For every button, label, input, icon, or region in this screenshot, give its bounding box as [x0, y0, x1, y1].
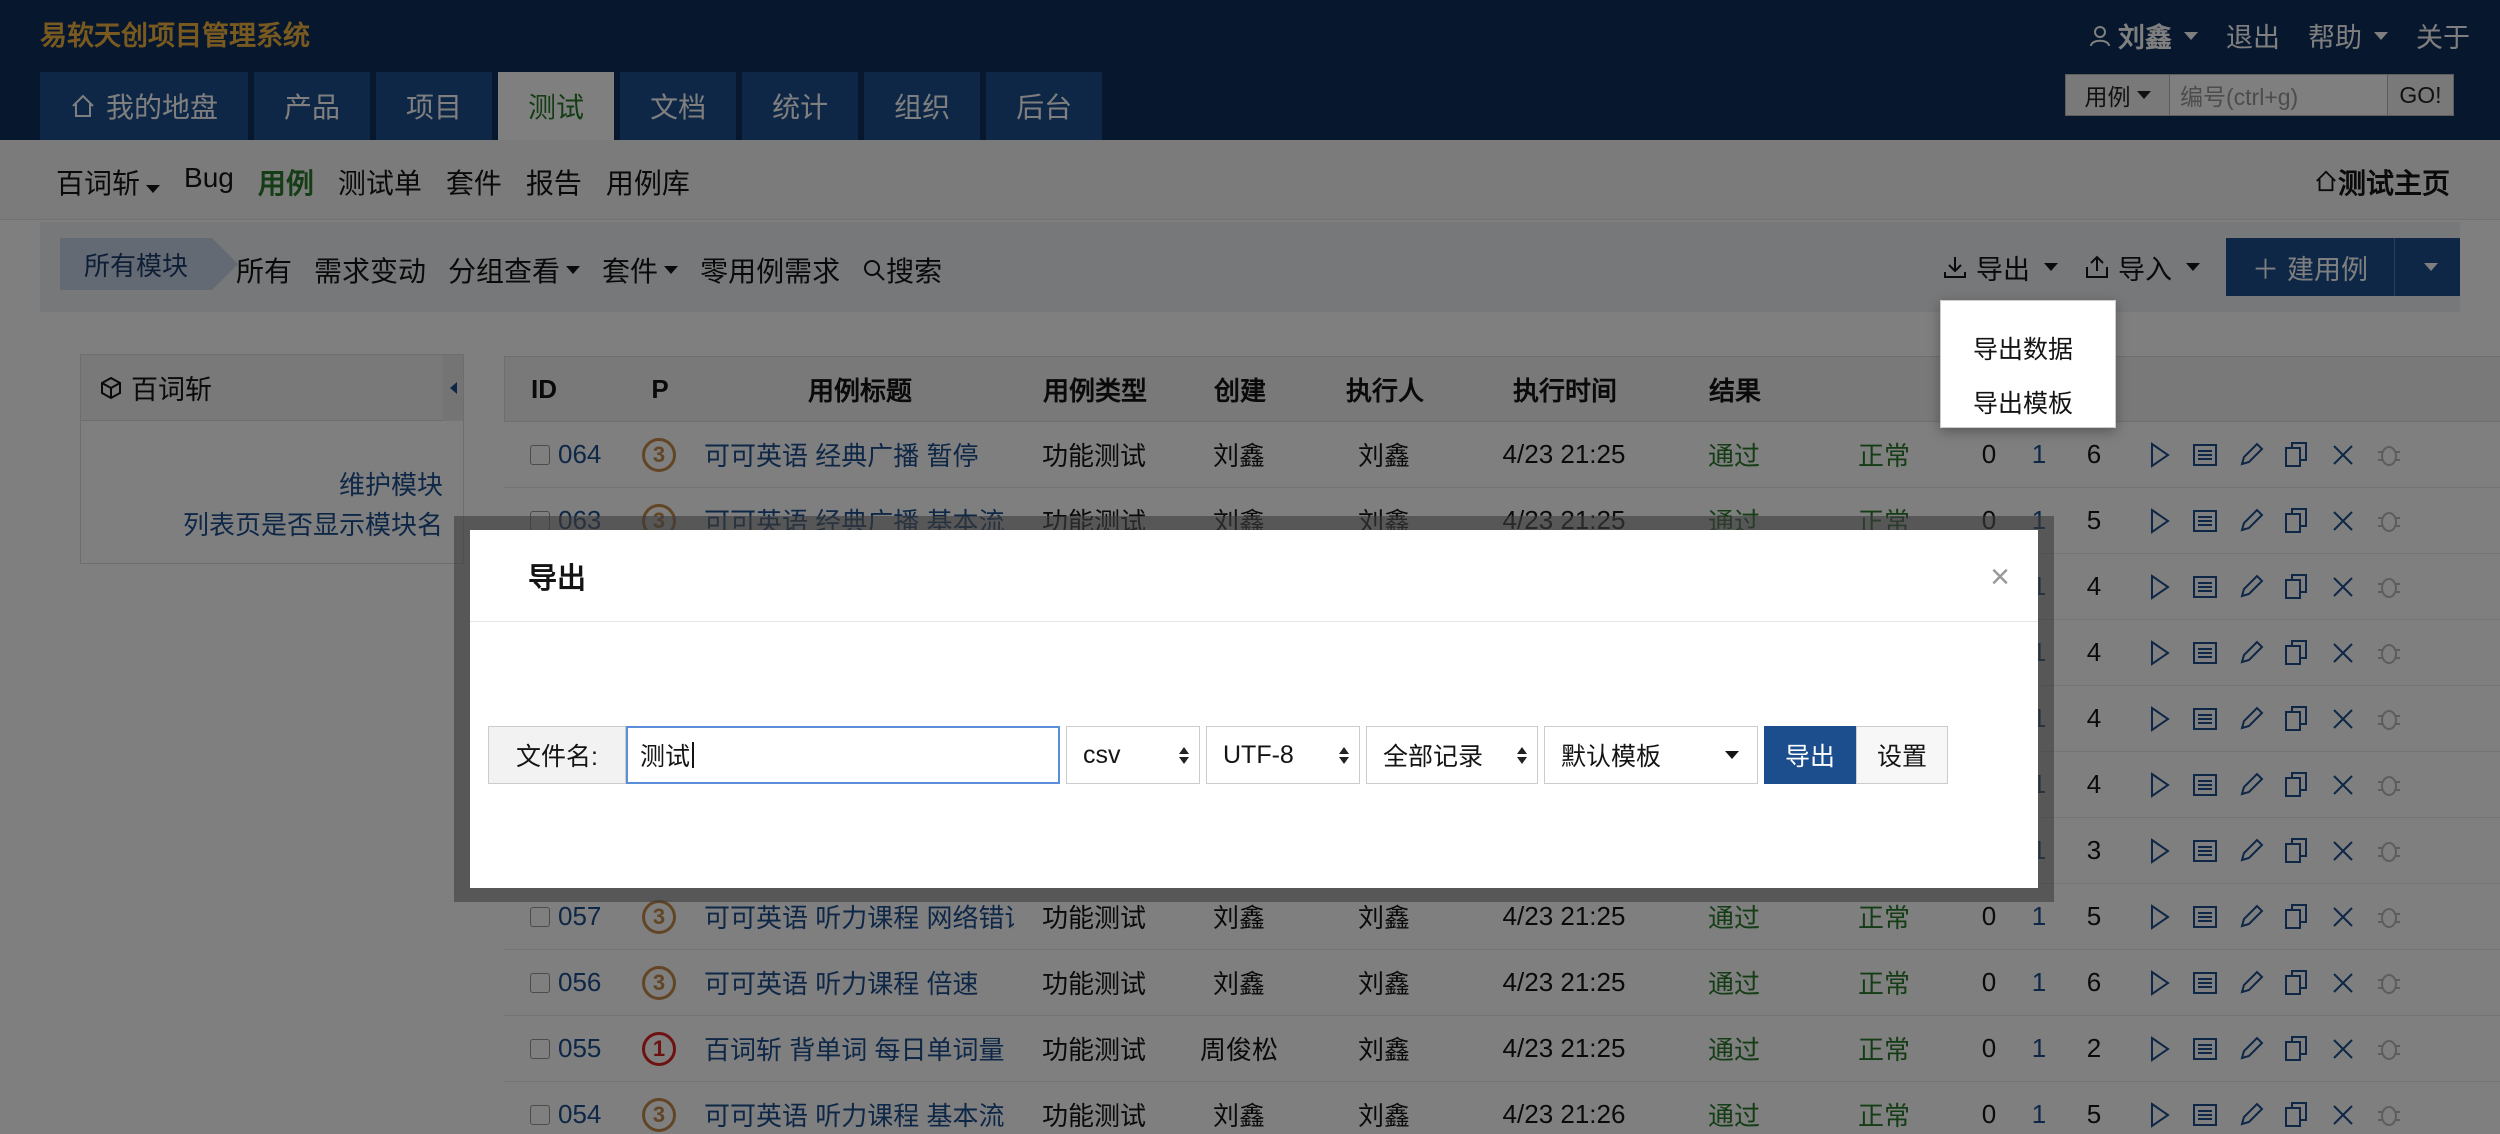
encoding-select[interactable]: UTF-8: [1206, 726, 1360, 784]
export-form: 文件名: 测试 csv UTF-8 全部记录 默认模板 导出 设置: [488, 726, 1948, 784]
template-value: 默认模板: [1561, 743, 1662, 771]
text-cursor: [692, 742, 695, 768]
select-arrows-icon: [1339, 746, 1349, 764]
export-modal: 导出 × 文件名: 测试 csv UTF-8 全部记录 默认模板 导出 设置: [470, 530, 2038, 888]
export-dropdown-menu: 导出数据 导出模板: [1940, 300, 2116, 428]
filename-label: 文件名:: [488, 726, 626, 784]
range-select[interactable]: 全部记录: [1366, 726, 1538, 784]
filename-input[interactable]: 测试: [626, 726, 1060, 784]
export-submit-button[interactable]: 导出: [1764, 726, 1856, 784]
close-icon[interactable]: ×: [1990, 558, 2010, 597]
chevron-down-icon: [1725, 751, 1739, 759]
select-arrows-icon: [1179, 746, 1189, 764]
export-template-item[interactable]: 导出模板: [1941, 375, 2115, 429]
encoding-value: UTF-8: [1223, 740, 1294, 769]
format-select[interactable]: csv: [1066, 726, 1200, 784]
template-select[interactable]: 默认模板: [1544, 726, 1758, 784]
format-value: csv: [1083, 740, 1121, 769]
settings-button[interactable]: 设置: [1856, 726, 1948, 784]
modal-title: 导出: [470, 530, 2038, 622]
select-arrows-icon: [1517, 746, 1527, 764]
filename-value: 测试: [640, 743, 691, 771]
range-value: 全部记录: [1383, 743, 1484, 771]
export-data-item[interactable]: 导出数据: [1941, 321, 2115, 375]
